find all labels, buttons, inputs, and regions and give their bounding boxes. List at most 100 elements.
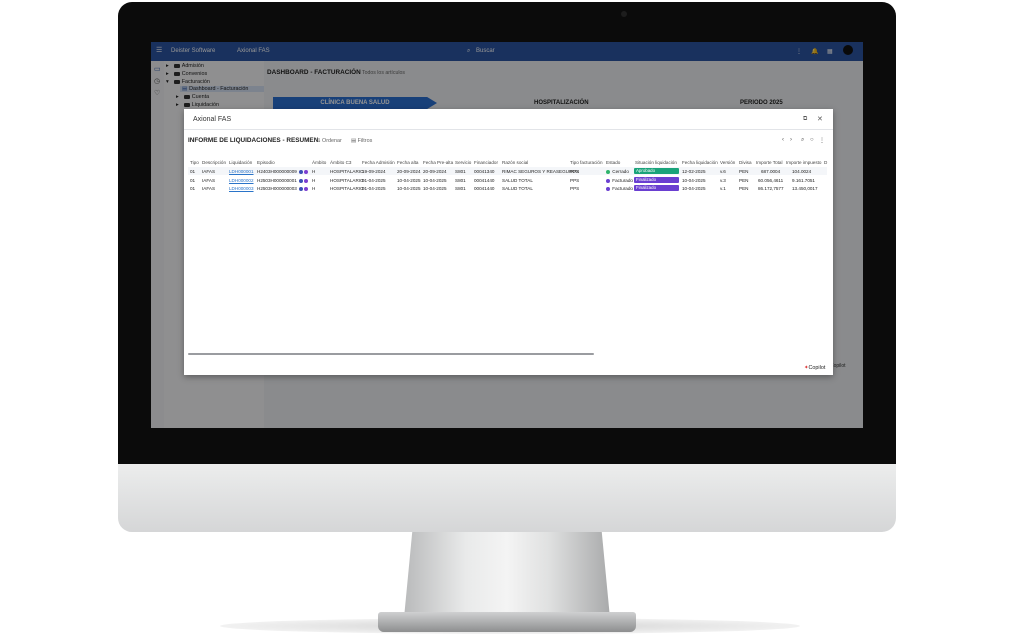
col-header[interactable]: Ámbito C3 xyxy=(330,160,351,165)
monitor-chin xyxy=(118,464,896,532)
cell-fecha-alta: 10-04-2025 xyxy=(397,178,421,183)
cell-importe-impuesto: 13.450,0017 xyxy=(792,186,818,191)
cell-ambito-c3: HOSPITALARIO xyxy=(330,178,364,183)
col-header[interactable]: Fecha alta xyxy=(397,160,418,165)
cell-razon-social: RIMAC SEGUROS Y REASEGUROS xyxy=(502,169,579,174)
cell-tipo: 01 xyxy=(190,178,196,183)
cell-estado: Cerrado xyxy=(606,169,629,174)
cell-ambito-c3: HOSPITALARIO xyxy=(330,169,364,174)
cell-fecha-admision: 01-04-2025 xyxy=(362,178,386,183)
copilot-label: Copilot xyxy=(808,365,826,371)
col-header[interactable]: Fecha Pre-alta xyxy=(423,160,453,165)
refresh-icon[interactable]: ○ xyxy=(810,137,814,143)
cell-financiador: 00041440 xyxy=(474,186,495,191)
col-header[interactable]: Descripción xyxy=(202,160,226,165)
report-modal: Axional FAS ⧉ ✕ INFORME DE LIQUIDACIONES… xyxy=(184,109,833,375)
col-header[interactable]: Importe impuesto xyxy=(786,160,822,165)
table-row[interactable]: 01 IAFAS LDH000002 H2503H000000001 H HOS… xyxy=(188,176,827,184)
cell-version: v.3 xyxy=(720,178,726,183)
cell-importe-total: 86.172,7577 xyxy=(758,186,784,191)
chevron-right-icon[interactable]: › xyxy=(790,137,792,143)
cell-divisa: PEN xyxy=(739,178,749,183)
episode-status-dots xyxy=(299,186,309,191)
col-header[interactable]: Divisa xyxy=(739,160,752,165)
cell-liquidacion-link[interactable]: LDH000002 xyxy=(229,178,254,183)
col-header[interactable]: Financiador xyxy=(474,160,498,165)
cell-fecha-admision: 01-04-2025 xyxy=(362,186,386,191)
cell-episodio: H2503H000000003 xyxy=(257,186,297,191)
cell-fecha-alta: 10-04-2025 xyxy=(397,186,421,191)
col-header[interactable]: Fecha liquidación xyxy=(682,160,718,165)
col-header[interactable]: D xyxy=(824,160,827,165)
modal-divider xyxy=(184,129,833,130)
filters-button[interactable]: ▤ Filtros xyxy=(351,138,372,144)
col-header[interactable]: Versión xyxy=(720,160,735,165)
col-header[interactable]: Liquidación xyxy=(229,160,252,165)
copilot-button[interactable]: ✦Copilot xyxy=(804,365,825,371)
cell-fecha-admision: 19-09-2024 xyxy=(362,169,386,174)
cell-fecha-liquidacion: 10-04-2025 xyxy=(682,178,706,183)
sort-label: Ordenar xyxy=(322,138,342,144)
col-header[interactable]: Tipo facturación xyxy=(570,160,603,165)
cell-fecha-prealta: 10-04-2025 xyxy=(423,178,447,183)
cell-divisa: PEN xyxy=(739,169,749,174)
cell-fecha-alta: 20-09-2024 xyxy=(397,169,421,174)
episode-status-dots xyxy=(299,178,309,183)
open-external-icon[interactable]: ⧉ xyxy=(803,116,807,123)
cell-razon-social: SALUD TOTAL xyxy=(502,186,533,191)
col-header[interactable]: Importe Total xyxy=(756,160,782,165)
cell-version: v.6 xyxy=(720,169,726,174)
cell-estado: Facturado xyxy=(606,186,633,191)
table-row[interactable]: 01 IAFAS LDH000003 H2503H000000003 H HOS… xyxy=(188,184,827,192)
col-header[interactable]: Ámbito xyxy=(312,160,326,165)
cell-fecha-liquidacion: 12-02-2025 xyxy=(682,169,706,174)
cell-razon-social: SALUD TOTAL xyxy=(502,178,533,183)
cell-ambito: H xyxy=(312,186,316,191)
col-header[interactable]: Servicio xyxy=(455,160,471,165)
cell-servicio: S801 xyxy=(455,186,466,191)
cell-tipo-facturacion: PPS xyxy=(570,178,580,183)
cell-liquidacion-link[interactable]: LDH000001 xyxy=(229,169,254,174)
col-header[interactable]: Tipo xyxy=(190,160,199,165)
cell-liquidacion-link[interactable]: LDH000003 xyxy=(229,186,254,191)
col-header[interactable]: Razón social xyxy=(502,160,528,165)
status-badge: Aprobado xyxy=(634,168,679,174)
cell-importe-impuesto: 104.0024 xyxy=(792,169,812,174)
desktop-scene: ☰ Deister Software Axional FAS ⌕ Buscar … xyxy=(0,0,1024,637)
cell-tipo: 01 xyxy=(190,169,196,174)
cell-fecha-liquidacion: 10-04-2025 xyxy=(682,186,706,191)
cell-financiador: 00041340 xyxy=(474,169,495,174)
cell-importe-total: 60.056,4611 xyxy=(758,178,784,183)
cell-importe-total: 687.0004 xyxy=(761,169,781,174)
filters-label: Filtros xyxy=(357,138,373,144)
search-icon[interactable]: ⌕ xyxy=(801,137,804,144)
cell-fecha-prealta: 10-04-2025 xyxy=(423,186,447,191)
col-header[interactable]: Situación liquidación xyxy=(635,160,677,165)
cell-financiador: 00041440 xyxy=(474,178,495,183)
chevron-left-icon[interactable]: ‹ xyxy=(782,137,784,143)
cell-tipo: 01 xyxy=(190,186,196,191)
cell-tipo-facturacion: PPS xyxy=(570,186,580,191)
table-row[interactable]: 01 IAFAS LDH000001 H2403H000000009 H HOS… xyxy=(188,167,827,175)
more-vertical-icon[interactable]: ⋮ xyxy=(819,137,825,144)
sort-button[interactable]: ⇅ Ordenar xyxy=(316,138,342,144)
report-title: INFORME DE LIQUIDACIONES - RESUMEN xyxy=(188,137,319,144)
cell-estado: Facturado xyxy=(606,178,633,183)
col-header[interactable]: Estado xyxy=(606,160,620,165)
cell-episodio: H2403H000000009 xyxy=(257,169,297,174)
cell-descripcion: IAFAS xyxy=(202,169,216,174)
col-header[interactable]: Fecha Admisión xyxy=(362,160,395,165)
col-header[interactable]: Episodio xyxy=(257,160,275,165)
cell-descripcion: IAFAS xyxy=(202,178,216,183)
cell-ambito-c3: HOSPITALARIO xyxy=(330,186,364,191)
cell-servicio: S801 xyxy=(455,178,466,183)
camera-icon xyxy=(621,11,627,17)
cell-servicio: S801 xyxy=(455,169,466,174)
monitor-foot xyxy=(378,612,636,632)
monitor-stand xyxy=(404,532,610,618)
close-icon[interactable]: ✕ xyxy=(817,115,823,123)
cell-episodio: H2503H000000001 xyxy=(257,178,297,183)
episode-status-dots xyxy=(299,169,309,174)
cell-version: v.1 xyxy=(720,186,726,191)
horizontal-scrollbar[interactable] xyxy=(188,353,594,355)
